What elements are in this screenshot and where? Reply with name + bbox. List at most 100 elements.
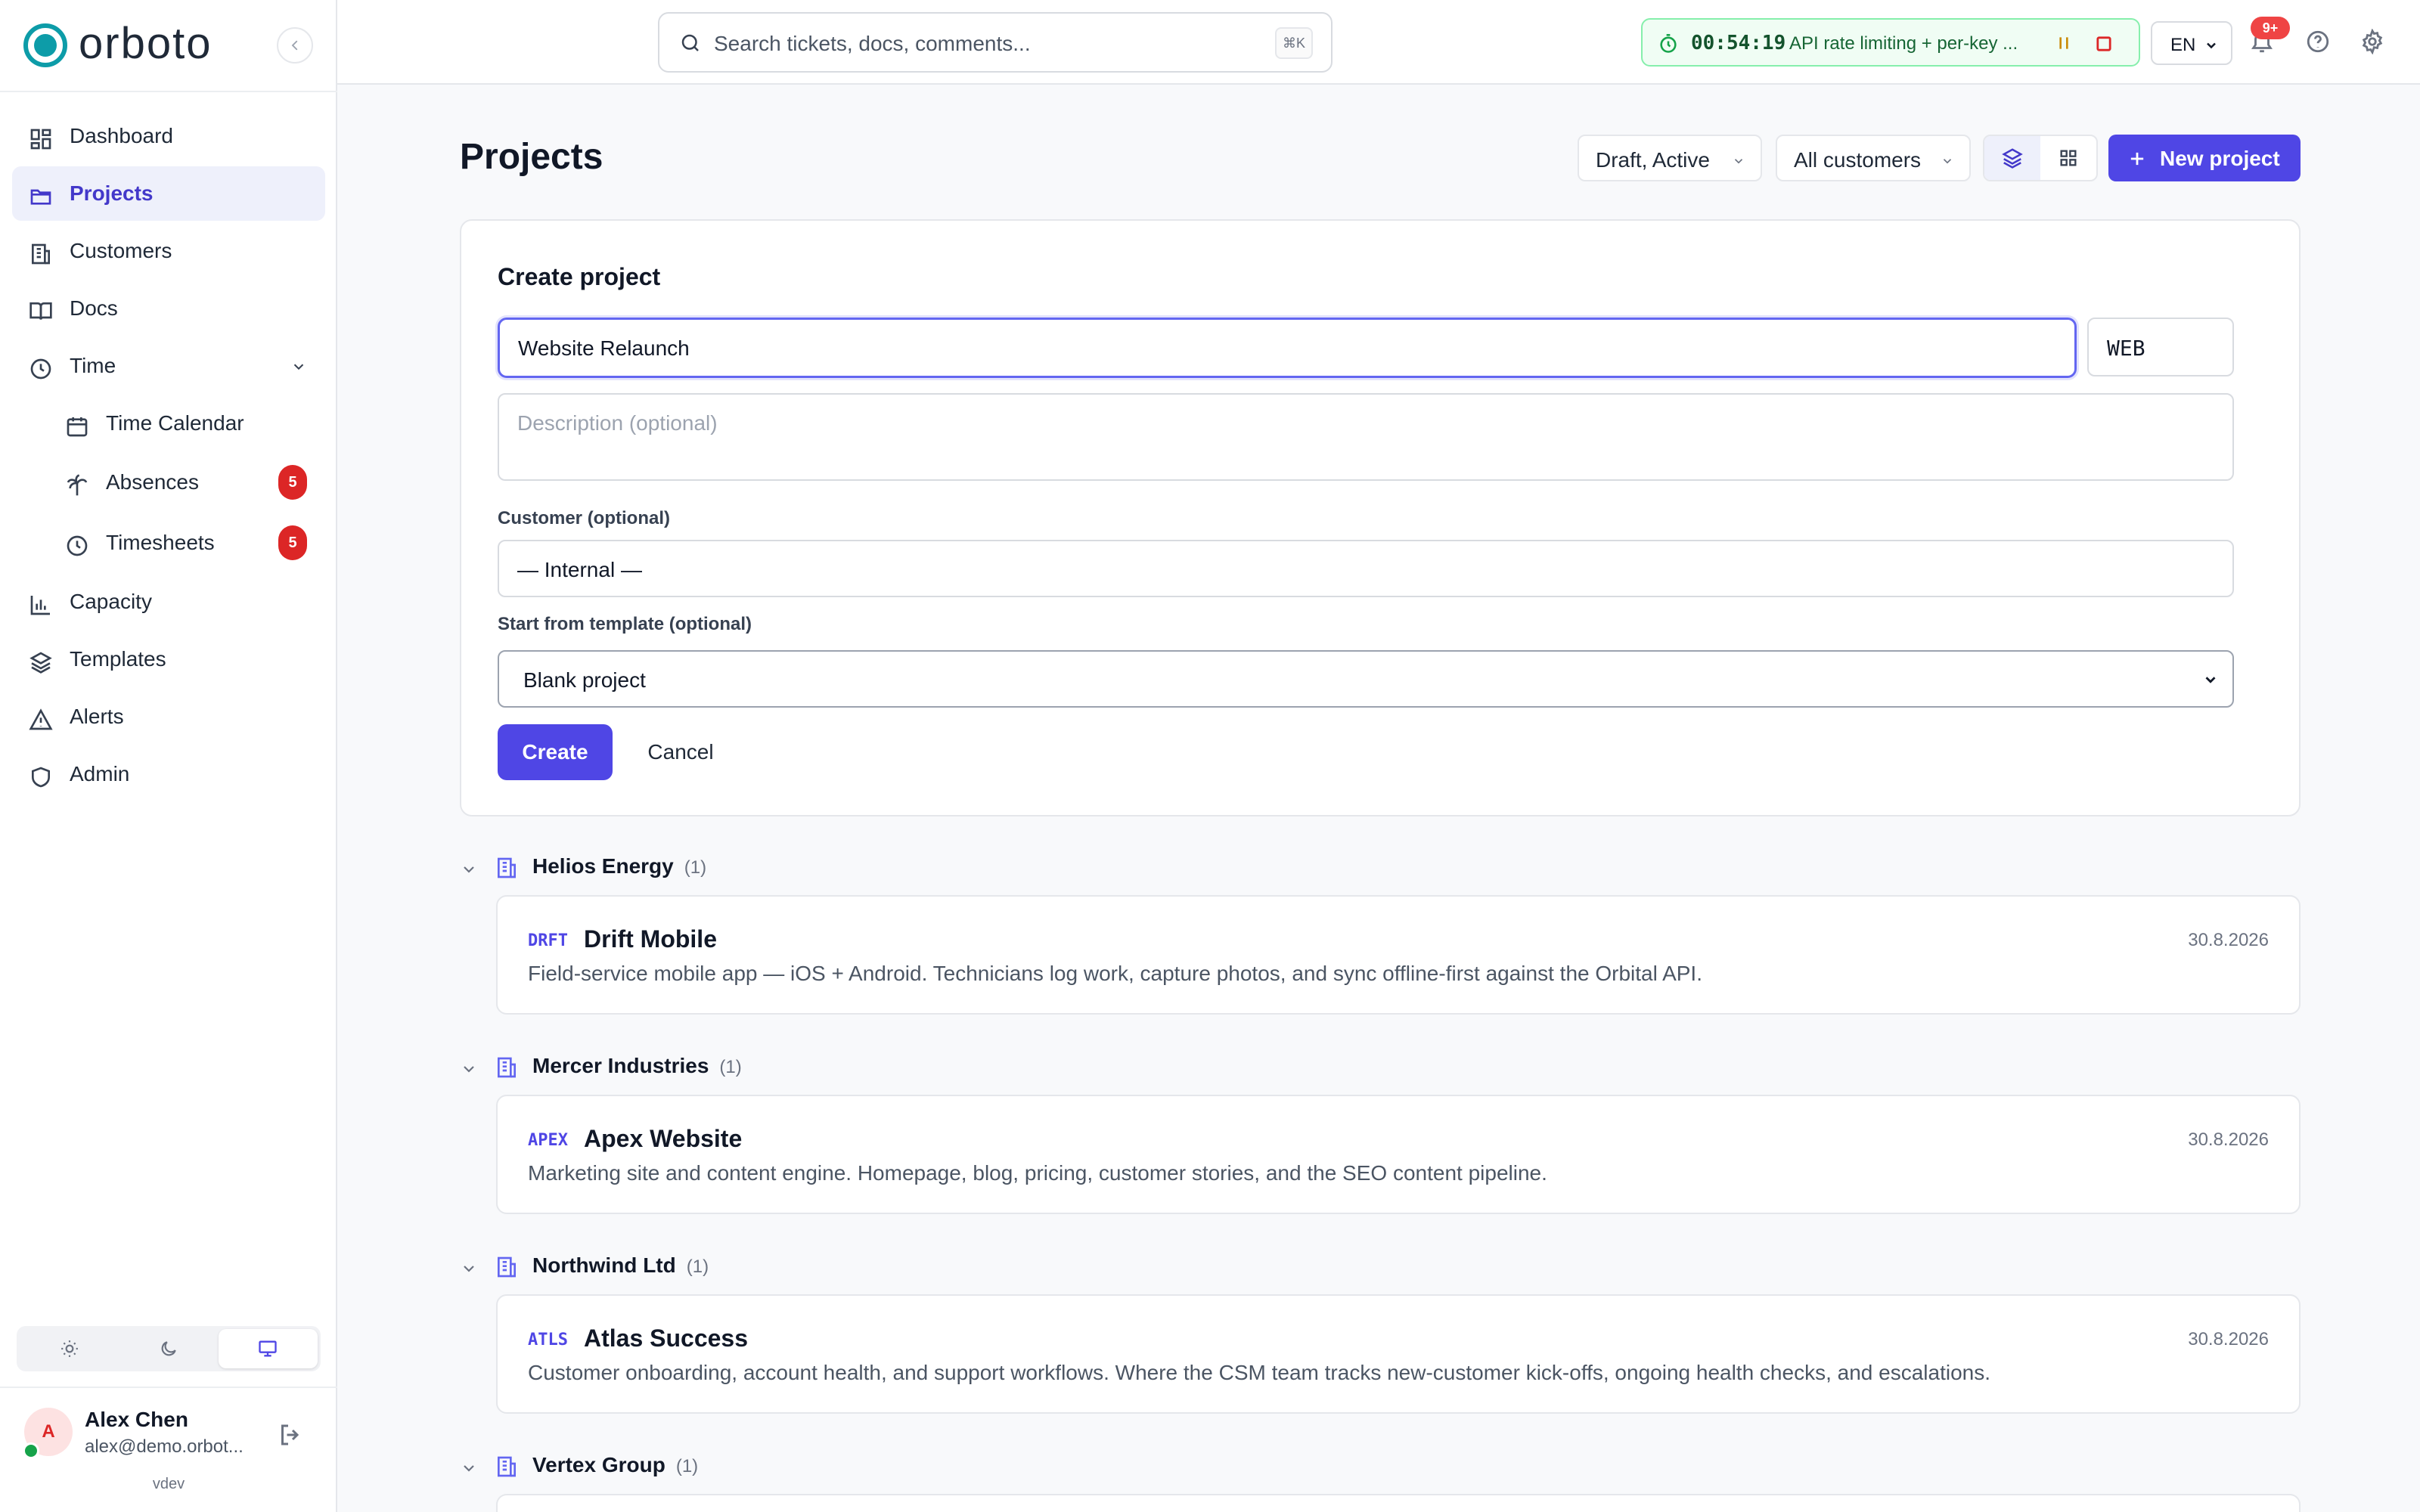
project-card[interactable] (496, 1494, 2301, 1512)
sidebar-item-time[interactable]: Time (12, 339, 325, 393)
running-timer[interactable]: 00:54:19 API rate limiting + per-key ... (1641, 18, 2140, 67)
clock-icon (67, 535, 88, 556)
brand-name: orboto (79, 19, 213, 68)
sidebar-item-label: Projects (70, 181, 154, 205)
grouped-view-button[interactable] (1984, 136, 2040, 180)
project-card[interactable]: ATLS Atlas Success Customer onboarding, … (496, 1294, 2301, 1414)
customer-select[interactable]: — Internal — (498, 540, 2234, 597)
sidebar-item-label: Alerts (70, 705, 124, 728)
building-icon (498, 1057, 516, 1078)
logout-icon[interactable] (277, 1421, 304, 1448)
user-name: Alex Chen (85, 1408, 188, 1431)
customer-filter-dropdown[interactable]: All customers (1776, 135, 1971, 181)
project-title: Atlas Success (584, 1325, 749, 1352)
dashboard-icon (30, 129, 51, 150)
sidebar: orboto Dashboard Projects Customers Docs… (0, 0, 337, 1512)
customer-group-header[interactable]: Helios Energy (1) (460, 853, 2301, 883)
sidebar-item-time-calendar[interactable]: Time Calendar (12, 396, 325, 451)
customer-group-name: Helios Energy (1) (532, 854, 707, 878)
user-profile: A Alex Chen alex@demo.orbot... vdev (0, 1387, 337, 1512)
moon-icon (161, 1341, 176, 1356)
stop-icon[interactable] (2093, 33, 2114, 54)
sun-icon (60, 1340, 78, 1357)
shield-icon (32, 767, 50, 788)
project-description-textarea[interactable]: Description (optional) (498, 393, 2234, 481)
sidebar-item-timesheets[interactable]: Timesheets 5 (12, 514, 325, 572)
search-placeholder: Search tickets, docs, comments... (714, 32, 1031, 55)
project-key-input[interactable]: WEB (2087, 318, 2234, 376)
chevron-down-icon (464, 1266, 474, 1272)
online-status-indicator (23, 1442, 39, 1459)
sidebar-item-label: Docs (70, 296, 118, 320)
customer-group-header[interactable]: Vertex Group (1) (460, 1452, 2301, 1482)
timesheets-count-badge: 5 (278, 525, 307, 560)
customer-group-header[interactable]: Mercer Industries (1) (460, 1052, 2301, 1083)
alert-triangle-icon (29, 708, 53, 730)
theme-system-button[interactable] (218, 1329, 318, 1368)
sidebar-item-capacity[interactable]: Capacity (12, 575, 325, 629)
customer-group-name: Northwind Ltd (1) (532, 1253, 709, 1277)
project-description: Field-service mobile app — iOS + Android… (528, 962, 1702, 985)
template-select-value: Blank project (523, 668, 646, 692)
new-project-label: New project (2160, 147, 2280, 170)
project-name-input[interactable]: Website Relaunch (498, 318, 2077, 378)
sidebar-item-label: Time Calendar (106, 411, 244, 435)
project-date: 30.8.2026 (2188, 1129, 2269, 1150)
pause-icon[interactable] (2054, 33, 2074, 53)
template-select[interactable]: Blank project (498, 650, 2234, 708)
project-key: ATLS (528, 1331, 568, 1349)
theme-switcher (17, 1326, 321, 1371)
theme-dark-button[interactable] (119, 1329, 218, 1368)
sidebar-item-customers[interactable]: Customers (12, 224, 325, 278)
description-placeholder: Description (optional) (517, 411, 718, 435)
layers-icon (2002, 148, 2023, 169)
language-value: EN (2170, 35, 2196, 55)
project-date: 30.8.2026 (2188, 1329, 2269, 1349)
gear-icon[interactable] (2360, 29, 2385, 54)
help-icon[interactable] (2305, 29, 2331, 54)
building-icon (498, 857, 516, 878)
customer-label: Customer (optional) (498, 508, 670, 528)
sidebar-item-absences[interactable]: Absences 5 (12, 454, 325, 511)
sidebar-item-docs[interactable]: Docs (12, 281, 325, 336)
project-date: 30.8.2026 (2188, 930, 2269, 950)
customer-group-header[interactable]: Northwind Ltd (1) (460, 1252, 2301, 1282)
sidebar-item-projects[interactable]: Projects (12, 166, 325, 221)
status-filter-dropdown[interactable]: Draft, Active (1578, 135, 1762, 181)
customer-filter-value: All customers (1794, 148, 1922, 172)
folder-icon (30, 189, 51, 205)
sidebar-item-alerts[interactable]: Alerts (12, 689, 325, 744)
status-filter-value: Draft, Active (1596, 148, 1710, 172)
search-input[interactable]: Search tickets, docs, comments... ⌘K (658, 12, 1333, 73)
chevron-down-icon (464, 1066, 474, 1073)
palm-tree-icon (67, 474, 88, 496)
sidebar-item-dashboard[interactable]: Dashboard (12, 109, 325, 163)
stopwatch-icon (1660, 34, 1677, 53)
top-bar: Search tickets, docs, comments... ⌘K 00:… (337, 0, 2420, 85)
timer-task-name: API rate limiting + per-key ... (1789, 33, 2018, 54)
sidebar-item-label: Customers (70, 239, 172, 262)
project-key: APEX (528, 1131, 568, 1150)
sidebar-nav: Dashboard Projects Customers Docs Time T… (12, 109, 325, 804)
building-icon (498, 1256, 516, 1278)
project-card[interactable]: DRFT Drift Mobile Field-service mobile a… (496, 895, 2301, 1015)
language-select[interactable]: EN (2151, 21, 2232, 65)
project-title: Drift Mobile (584, 925, 717, 953)
sidebar-item-admin[interactable]: Admin (12, 747, 325, 801)
cancel-button[interactable]: Cancel (635, 724, 726, 780)
project-description: Marketing site and content engine. Homep… (528, 1161, 1547, 1185)
app-version: vdev (152, 1476, 185, 1492)
sidebar-item-label: Absences (106, 470, 199, 494)
new-project-button[interactable]: New project (2108, 135, 2301, 181)
collapse-sidebar-button[interactable] (277, 27, 313, 64)
chevron-down-icon (2205, 677, 2216, 683)
book-icon (29, 302, 52, 320)
sidebar-item-templates[interactable]: Templates (12, 632, 325, 686)
chevron-down-icon (1943, 159, 1952, 164)
create-button[interactable]: Create (498, 724, 613, 780)
notifications-badge: 9+ (2251, 17, 2290, 39)
project-card[interactable]: APEX Apex Website Marketing site and con… (496, 1095, 2301, 1214)
theme-light-button[interactable] (20, 1329, 119, 1368)
customer-select-value: — Internal — (517, 558, 642, 581)
grid-view-button[interactable] (2040, 136, 2096, 180)
